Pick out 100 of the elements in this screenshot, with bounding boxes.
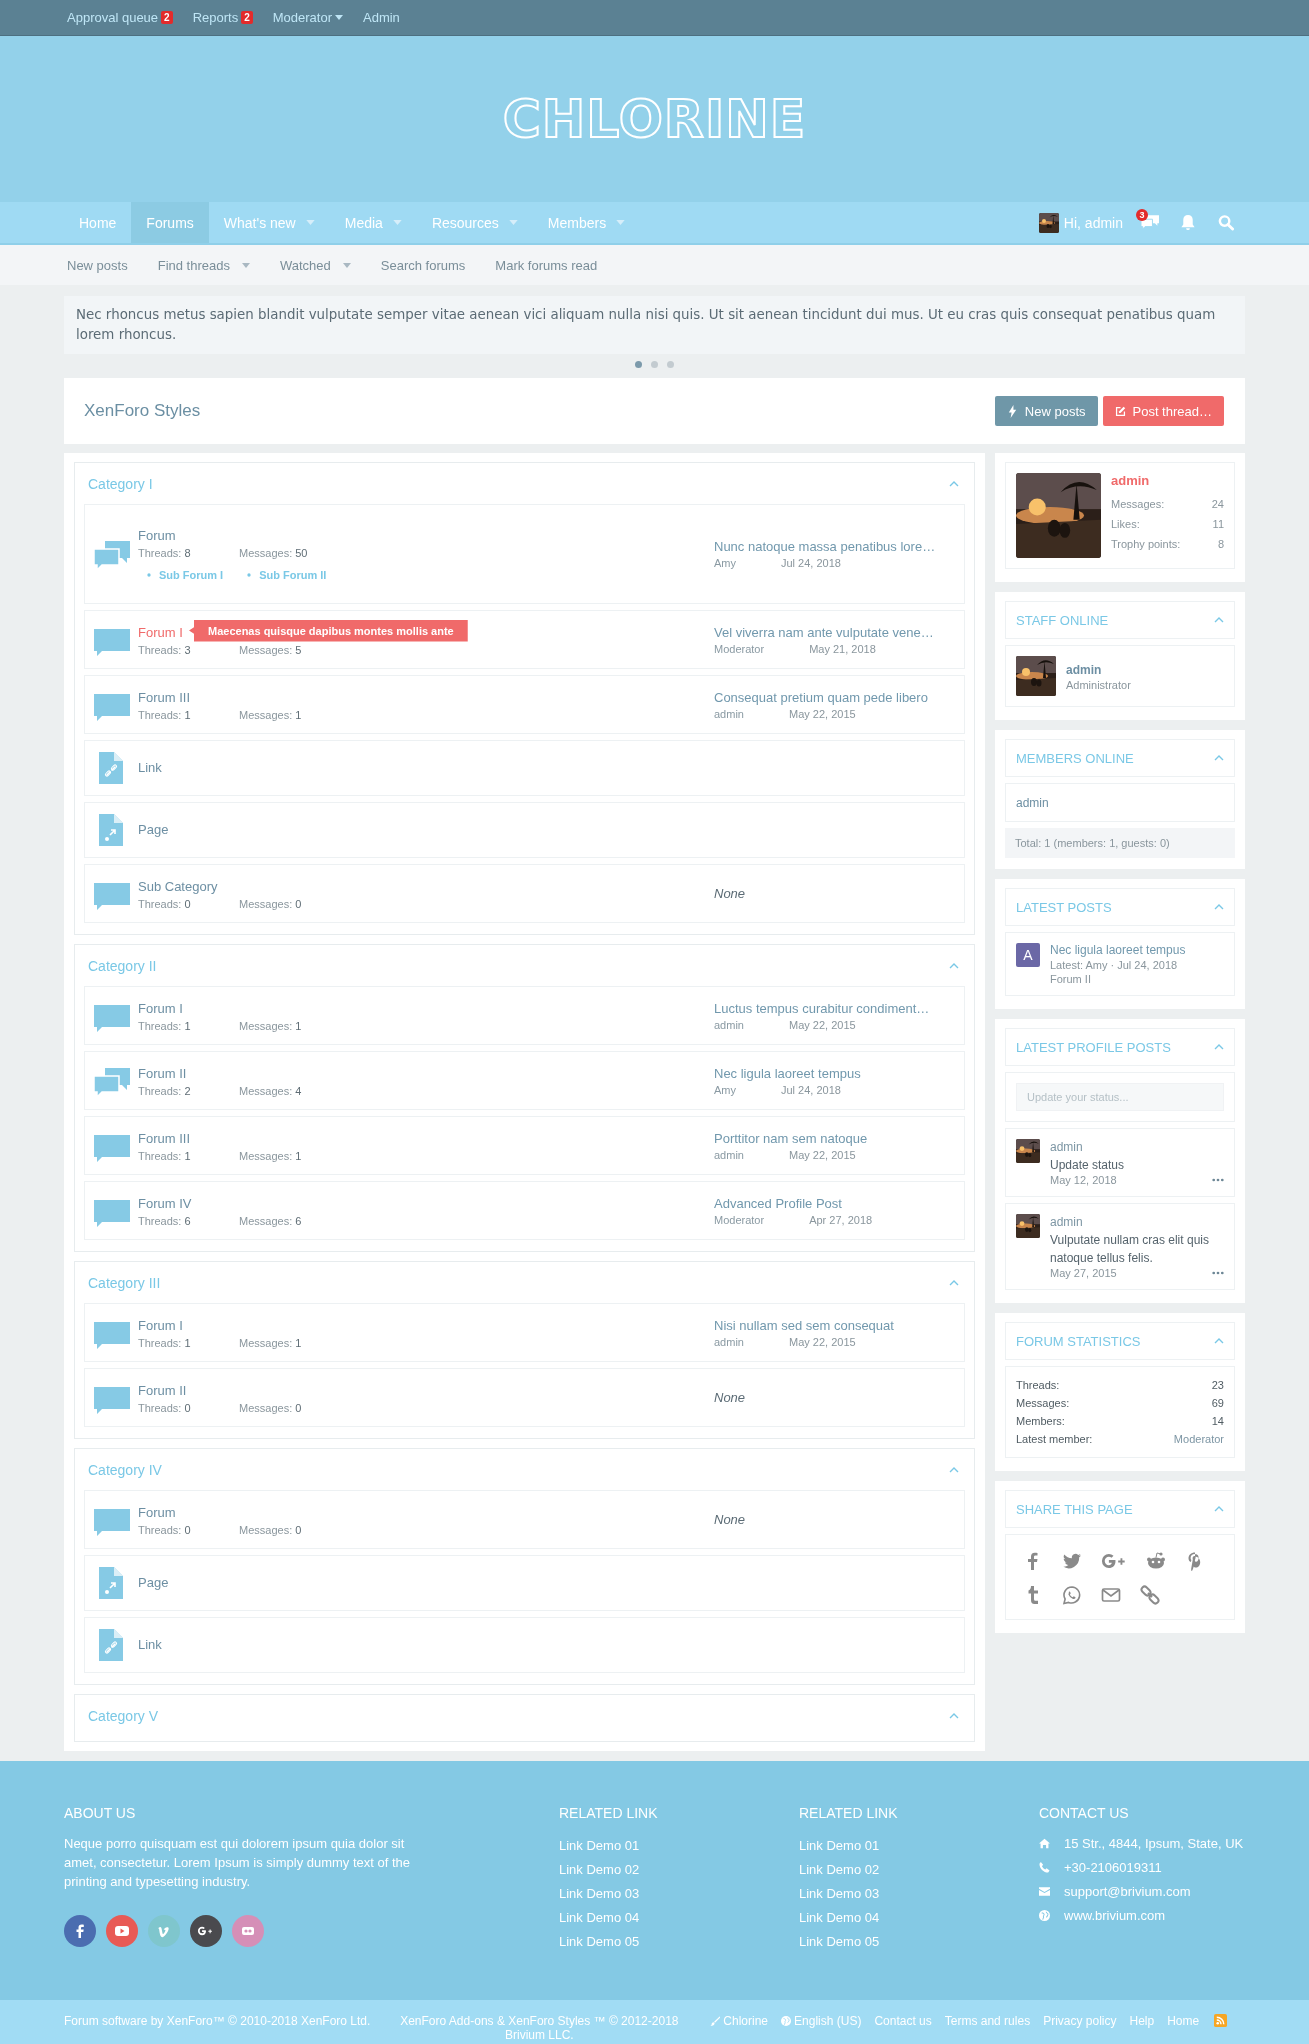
category-title[interactable]: Category III xyxy=(88,1274,161,1291)
username[interactable]: admin xyxy=(1050,1215,1083,1229)
forum-title[interactable]: Link xyxy=(138,759,162,777)
last-post-user[interactable]: Amy xyxy=(714,557,736,569)
last-post-user[interactable]: admin xyxy=(714,1148,744,1161)
last-post-user[interactable]: admin xyxy=(714,1335,744,1348)
carousel-dot[interactable] xyxy=(667,361,674,368)
subforum-link[interactable]: Sub Forum II xyxy=(247,569,327,581)
forum-title[interactable]: Forum I xyxy=(138,999,183,1018)
last-post-user[interactable]: Moderator xyxy=(714,1213,765,1226)
footer-link[interactable]: Link Demo 01 xyxy=(799,1834,1039,1858)
last-post-title[interactable]: Luctus tempus curabitur condiment… xyxy=(714,1000,954,1016)
chevron-up-icon[interactable] xyxy=(949,1466,959,1473)
last-post-title[interactable]: Advanced Profile Post xyxy=(714,1195,954,1211)
forum-title[interactable]: Forum III xyxy=(138,688,190,707)
bird-icon[interactable] xyxy=(1062,1551,1082,1571)
forum-title[interactable]: Forum II xyxy=(138,1064,187,1083)
post-thread-button[interactable]: Post thread… xyxy=(1102,396,1224,426)
youtube-icon[interactable] xyxy=(106,1915,138,1947)
footer-link[interactable]: Link Demo 01 xyxy=(559,1834,799,1858)
google-plus-icon[interactable] xyxy=(1101,1551,1127,1571)
staff-link[interactable]: Reports 2 xyxy=(192,10,253,25)
last-post-title[interactable]: Consequat pretium quam pede libero xyxy=(714,689,954,705)
subforum-link[interactable]: Sub Forum I xyxy=(147,569,224,581)
last-post-title[interactable]: Nisi nullam sed sem consequat xyxy=(714,1317,954,1333)
category-title[interactable]: Category IV xyxy=(88,1461,162,1478)
chevron-up-icon[interactable] xyxy=(949,1712,959,1719)
subnav-link[interactable]: Mark forums read xyxy=(495,257,598,273)
chevron-up-icon[interactable] xyxy=(949,962,959,969)
facebook-icon[interactable] xyxy=(64,1915,96,1947)
forum-title[interactable]: Link xyxy=(138,1636,162,1654)
chevron-up-icon[interactable] xyxy=(1214,1506,1224,1512)
chevron-up-icon[interactable] xyxy=(1214,755,1224,761)
chevron-up-icon[interactable] xyxy=(1214,1044,1224,1050)
forum-title[interactable]: Forum II xyxy=(138,1381,187,1400)
last-post-title[interactable]: Porttitor nam sem natoque xyxy=(714,1130,954,1146)
category-title[interactable]: Category I xyxy=(88,475,153,492)
forum-title[interactable]: Forum I xyxy=(138,1316,183,1335)
inbox-button[interactable]: 3 xyxy=(1131,202,1169,243)
rss-icon[interactable] xyxy=(1214,2014,1228,2027)
username[interactable]: admin xyxy=(1016,796,1049,810)
new-posts-button[interactable]: New posts xyxy=(994,396,1098,426)
username[interactable]: admin xyxy=(1050,1140,1083,1154)
chevron-up-icon[interactable] xyxy=(1214,1338,1224,1344)
footer-link[interactable]: Link Demo 02 xyxy=(559,1858,799,1882)
forum-title[interactable]: Forum xyxy=(138,1503,176,1522)
forum-title[interactable]: Forum III xyxy=(138,1129,190,1148)
status-field[interactable]: Update your status... xyxy=(1016,1083,1224,1111)
carousel-dot[interactable] xyxy=(635,361,642,368)
last-post-title[interactable]: Nunc natoque massa penatibus lore… xyxy=(714,539,954,554)
link-icon[interactable] xyxy=(1140,1585,1160,1605)
footer-link[interactable]: Link Demo 03 xyxy=(799,1882,1039,1906)
forum-title[interactable]: Forum xyxy=(138,527,176,545)
chevron-up-icon[interactable] xyxy=(1214,904,1224,910)
forum-title[interactable]: Page xyxy=(138,1574,169,1592)
footer-link[interactable]: Link Demo 03 xyxy=(559,1882,799,1906)
last-post-title[interactable]: Nec ligula laoreet tempus xyxy=(714,1065,954,1081)
footer-link[interactable]: Link Demo 05 xyxy=(559,1930,799,1954)
letter-avatar: A xyxy=(1016,943,1040,967)
username[interactable]: admin xyxy=(1066,662,1102,677)
category-title[interactable]: Category V xyxy=(88,1707,159,1724)
more-icon[interactable] xyxy=(1212,1178,1224,1182)
subnav-link[interactable]: Search forums xyxy=(380,257,466,273)
googleplus-icon[interactable] xyxy=(190,1915,222,1947)
mail-icon[interactable] xyxy=(1101,1585,1121,1605)
last-post-user[interactable]: admin xyxy=(714,707,744,720)
post-title[interactable]: Nec ligula laoreet tempus xyxy=(1050,943,1186,957)
last-post-title[interactable]: Vel viverra nam ante vulputate vene… xyxy=(714,624,954,640)
footer-link[interactable]: Link Demo 04 xyxy=(799,1906,1039,1930)
whatsapp-icon[interactable] xyxy=(1062,1585,1082,1605)
category-title[interactable]: Category II xyxy=(88,957,157,974)
forum-title[interactable]: Page xyxy=(138,821,169,839)
flickr-icon[interactable] xyxy=(232,1915,264,1947)
chevron-up-icon[interactable] xyxy=(949,1279,959,1286)
vimeo-icon[interactable] xyxy=(148,1915,180,1947)
footer-link[interactable]: Link Demo 05 xyxy=(799,1930,1039,1954)
carousel-dot[interactable] xyxy=(651,361,658,368)
nav-tab[interactable]: Forums xyxy=(131,202,209,243)
footer-link[interactable]: Link Demo 02 xyxy=(799,1858,1039,1882)
staff-link[interactable]: Admin xyxy=(363,10,400,25)
subnav-link[interactable]: New posts xyxy=(67,257,128,273)
staff-link[interactable]: Moderator xyxy=(272,10,343,25)
forum-link[interactable]: Forum II xyxy=(1050,973,1186,985)
username[interactable]: admin xyxy=(1111,473,1224,488)
chevron-up-icon[interactable] xyxy=(949,480,959,487)
more-icon[interactable] xyxy=(1212,1271,1224,1275)
site-logo[interactable]: CHLORINE xyxy=(502,89,807,149)
forum-title[interactable]: Forum I xyxy=(138,623,183,642)
forum-title[interactable]: Sub Category xyxy=(138,877,218,896)
forum-title[interactable]: Forum IV xyxy=(138,1194,192,1213)
last-post-user[interactable]: Moderator xyxy=(714,642,765,655)
forum-stat: Threads: 0 xyxy=(138,897,192,910)
alien-icon[interactable] xyxy=(1146,1551,1166,1571)
last-post-user[interactable]: Amy xyxy=(714,1083,736,1096)
chevron-up-icon[interactable] xyxy=(1214,617,1224,623)
last-post-user[interactable]: admin xyxy=(714,1018,744,1031)
staff-link[interactable]: Approval queue 2 xyxy=(67,10,173,25)
footer-link[interactable]: Link Demo 04 xyxy=(559,1906,799,1930)
subnav-link[interactable]: Watched xyxy=(279,257,351,273)
subnav-link[interactable]: Find threads xyxy=(157,257,250,273)
